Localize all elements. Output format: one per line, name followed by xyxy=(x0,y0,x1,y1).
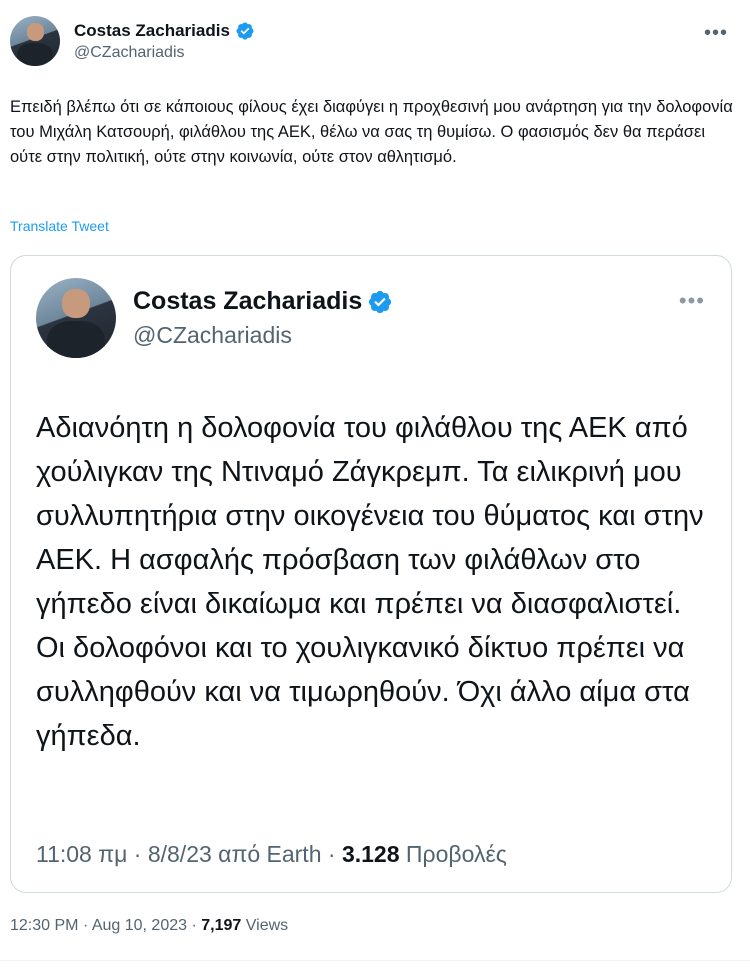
quoted-more-dots-icon: ••• xyxy=(678,288,705,313)
translate-tweet-link[interactable]: Translate Tweet xyxy=(10,218,109,234)
more-dots-icon[interactable]: ••• xyxy=(704,22,728,45)
tweet-header: Costas Zachariadis @CZachariadis xyxy=(10,14,255,68)
quoted-tweet-meta: 11:08 πμ · 8/8/23 από Earth · 3.128 Προβ… xyxy=(36,841,507,867)
divider xyxy=(0,960,750,961)
author-names: Costas Zachariadis @CZachariadis xyxy=(74,21,255,62)
quoted-tweet-header: Costas Zachariadis @CZachariadis xyxy=(36,278,393,358)
quoted-time: 11:08 πμ xyxy=(36,841,128,867)
tweet-meta: 12:30 PM · Aug 10, 2023 · 7,197 Views xyxy=(10,917,289,934)
quoted-date: 8/8/23 xyxy=(147,841,212,867)
verified-badge-icon xyxy=(369,290,392,313)
tweet: Costas Zachariadis @CZachariadis ••• Επε… xyxy=(0,0,750,978)
tweet-time[interactable]: 12:30 PM xyxy=(10,917,78,934)
quoted-tweet[interactable]: Costas Zachariadis @CZachariadis ••• Αδι… xyxy=(10,255,732,893)
tweet-text: Επειδή βλέπω ότι σε κάποιους φίλους έχει… xyxy=(10,98,733,166)
quoted-views-label: Προβολές xyxy=(405,841,507,867)
author-name[interactable]: Costas Zachariadis xyxy=(74,21,230,41)
quoted-source: από Earth xyxy=(218,841,322,867)
quoted-author-handle: @CZachariadis xyxy=(133,322,292,348)
avatar[interactable] xyxy=(10,16,60,66)
quoted-author-name: Costas Zachariadis xyxy=(133,287,363,315)
tweet-date[interactable]: Aug 10, 2023 xyxy=(92,917,187,934)
views-label[interactable]: Views xyxy=(246,917,288,934)
quoted-avatar xyxy=(36,278,116,358)
quoted-tweet-text: Αδιανόητη η δολοφονία του φιλάθλου της Α… xyxy=(36,412,704,752)
verified-badge-icon xyxy=(236,21,254,40)
quoted-author-names: Costas Zachariadis @CZachariadis xyxy=(133,287,393,349)
views-count[interactable]: 7,197 xyxy=(201,917,241,934)
quoted-views-count: 3.128 xyxy=(341,841,400,867)
author-handle[interactable]: @CZachariadis xyxy=(74,44,255,62)
